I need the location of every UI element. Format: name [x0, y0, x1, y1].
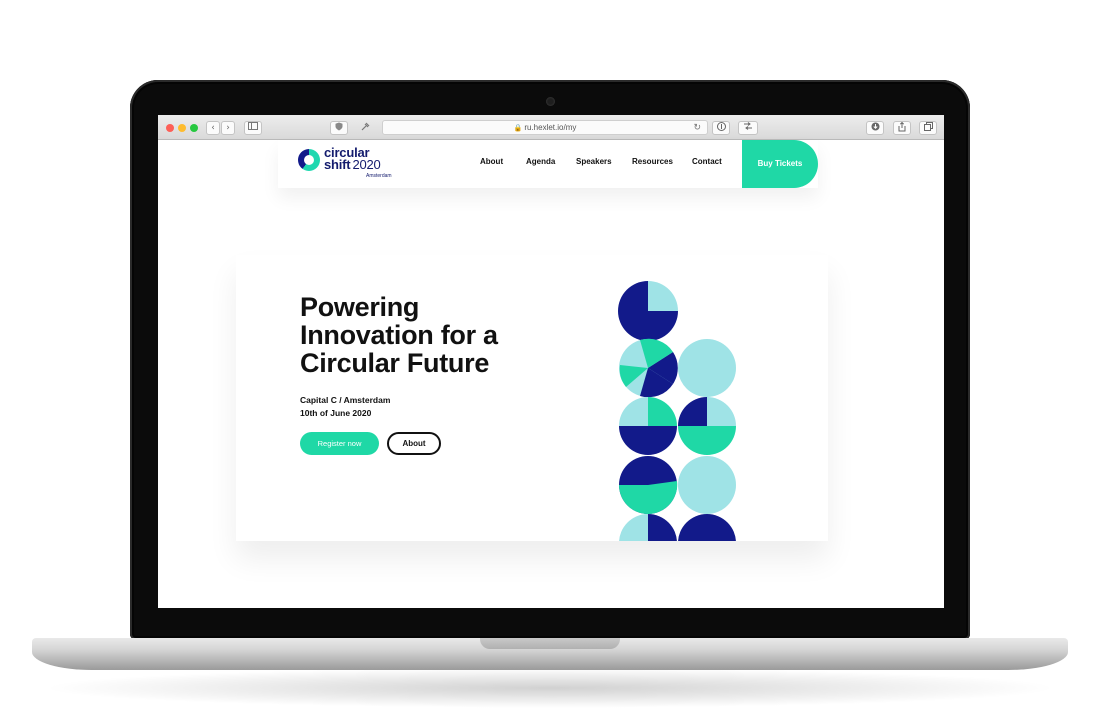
translate-icon[interactable] [738, 121, 758, 135]
download-icon[interactable] [866, 121, 884, 135]
zoom-window-button[interactable] [190, 124, 198, 132]
buy-tickets-button[interactable]: Buy Tickets [742, 140, 818, 188]
lock-icon: 🔒 [513, 125, 523, 132]
nav-resources[interactable]: Resources [632, 157, 673, 166]
event-info: Capital C / Amsterdam 10th of June 2020 [300, 394, 390, 420]
register-button[interactable]: Register now [300, 432, 379, 455]
url-text: ru.hexlet.io/my [524, 123, 577, 132]
back-button[interactable]: ‹ [206, 121, 220, 135]
shield-icon[interactable] [330, 121, 348, 135]
logo[interactable]: circular shift 2020 [324, 146, 381, 172]
browser-toolbar: ‹ › 🔒 ru.hexlet.io/my ↻ [158, 115, 944, 140]
reload-icon[interactable]: ↻ [693, 121, 701, 134]
extension-icon[interactable] [356, 121, 374, 135]
nav-contact[interactable]: Contact [692, 157, 722, 166]
close-window-button[interactable] [166, 124, 174, 132]
sidebar-toggle-icon[interactable] [244, 121, 262, 135]
camera [546, 97, 555, 106]
logo-year: 2020 [352, 157, 381, 172]
hero-title-line: Innovation for a [300, 320, 498, 350]
info-icon[interactable] [712, 121, 730, 135]
address-bar[interactable]: 🔒 ru.hexlet.io/my ↻ [382, 120, 708, 135]
laptop-shadow [40, 668, 1060, 708]
forward-button[interactable]: › [221, 121, 235, 135]
tabs-icon[interactable] [919, 121, 937, 135]
hero-title-line: Circular Future [300, 348, 490, 378]
logo-city: Amsterdam [366, 173, 392, 179]
share-icon[interactable] [893, 121, 911, 135]
nav-speakers[interactable]: Speakers [576, 157, 612, 166]
minimize-window-button[interactable] [178, 124, 186, 132]
about-button[interactable]: About [387, 432, 441, 455]
nav-agenda[interactable]: Agenda [526, 157, 555, 166]
decorative-circle-pattern [618, 281, 736, 541]
laptop-notch [480, 638, 620, 649]
screen: ‹ › 🔒 ru.hexlet.io/my ↻ circular shift 2… [158, 115, 944, 608]
logo-icon[interactable] [298, 149, 320, 171]
hero-title: Powering Innovation for a Circular Futur… [300, 293, 560, 377]
nav-about[interactable]: About [480, 157, 503, 166]
site-header: circular shift 2020 Amsterdam About Agend… [278, 140, 818, 188]
event-venue: Capital C / Amsterdam [300, 395, 391, 405]
event-date: 10th of June 2020 [300, 408, 372, 418]
logo-line-2: shift [324, 157, 351, 172]
hero-title-line: Powering [300, 292, 420, 322]
